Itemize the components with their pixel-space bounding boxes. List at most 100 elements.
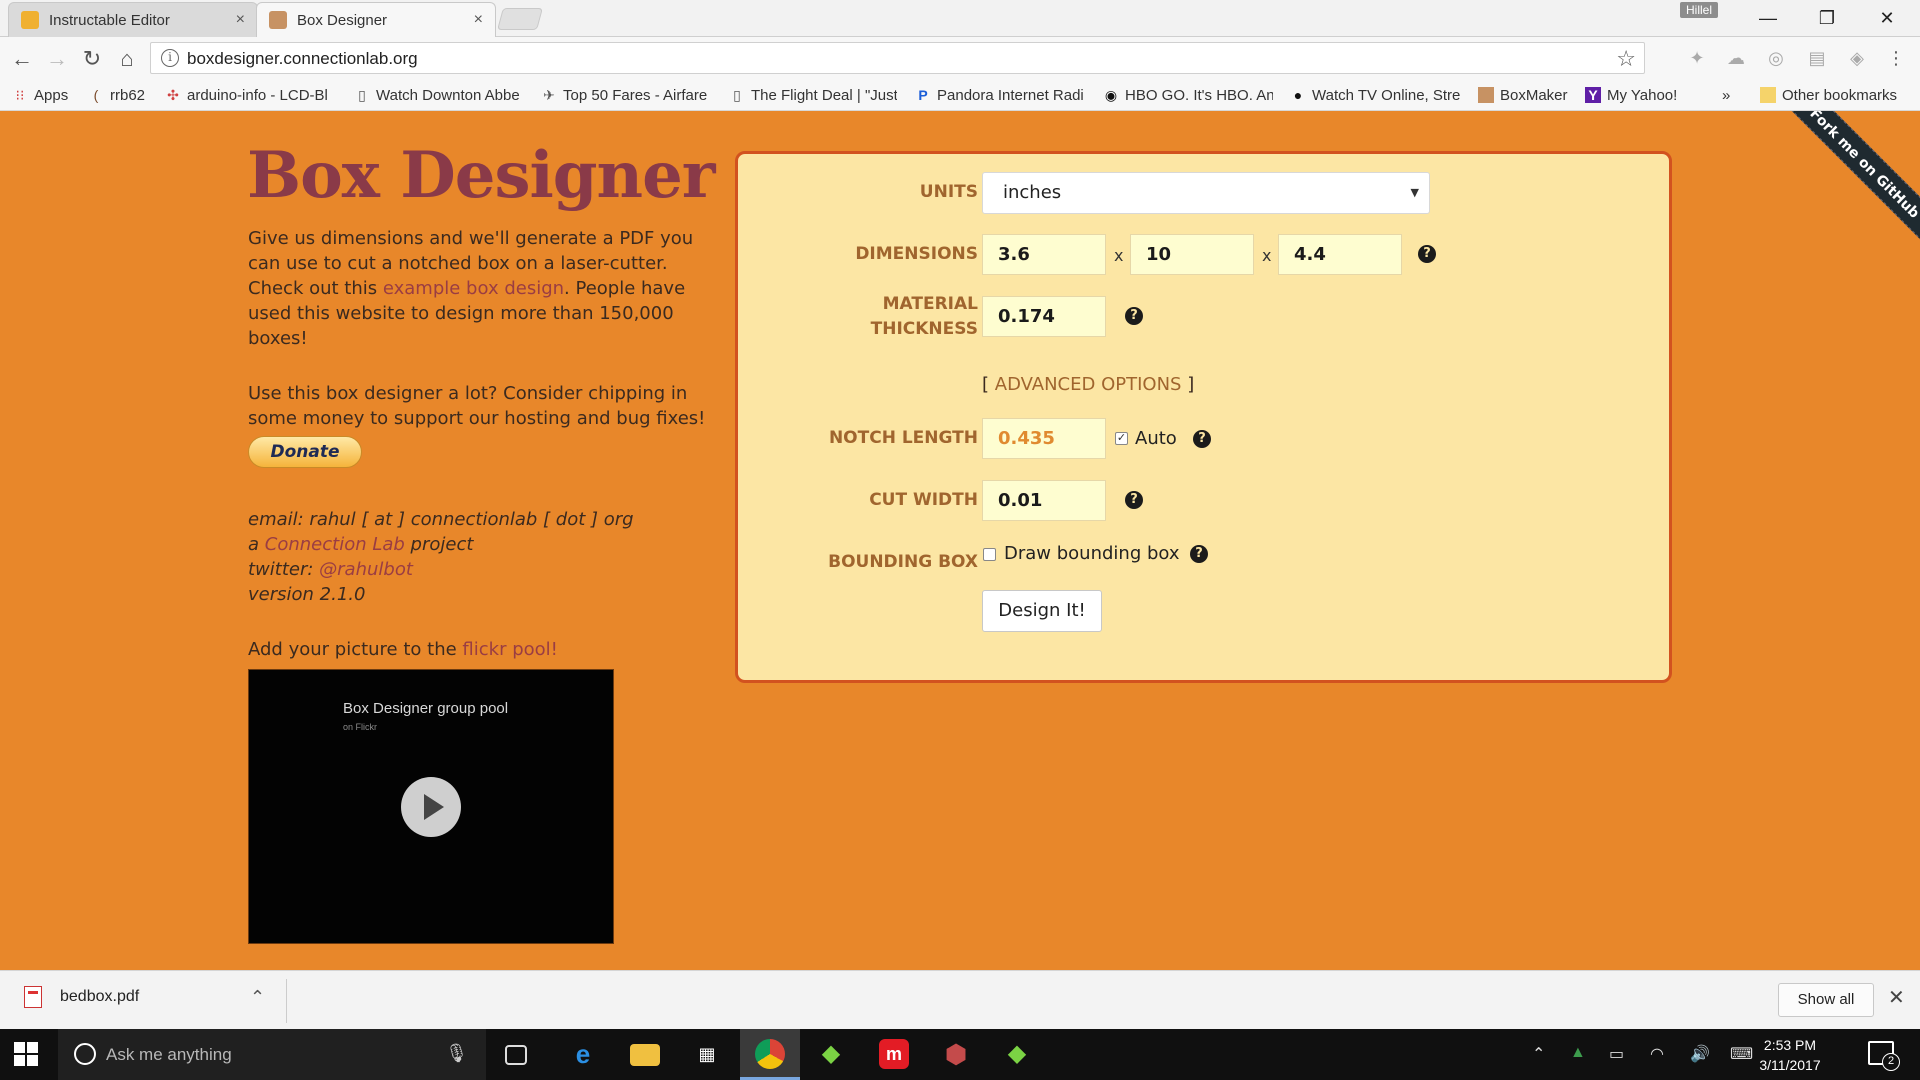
- tab-box-designer[interactable]: Box Designer ×: [256, 2, 496, 37]
- intro-paragraph: Give us dimensions and we'll generate a …: [248, 226, 708, 351]
- depth-input[interactable]: 4.4: [1278, 234, 1402, 275]
- bookmark-pandora[interactable]: P Pandora Internet Radi: [915, 84, 1087, 106]
- pdf-file-icon: [24, 986, 42, 1008]
- help-icon[interactable]: ?: [1125, 491, 1143, 509]
- help-icon[interactable]: ?: [1193, 430, 1211, 448]
- cube-app-icon[interactable]: ⬢: [941, 1039, 971, 1069]
- advanced-options-toggle[interactable]: [ ADVANCED OPTIONS ]: [982, 374, 1194, 395]
- forward-icon[interactable]: →: [43, 45, 71, 73]
- tab-instructable-editor[interactable]: Instructable Editor ×: [8, 2, 258, 37]
- help-icon[interactable]: ?: [1190, 545, 1208, 563]
- flickr-pool-link[interactable]: flickr pool!: [462, 639, 557, 660]
- bookmark-favicon: (: [93, 87, 99, 103]
- bookmark-flight-deal[interactable]: ▯ The Flight Deal | "Just: [729, 84, 897, 106]
- bookmark-watch-tv-online[interactable]: ● Watch TV Online, Stre: [1290, 84, 1460, 106]
- fork-on-github-ribbon[interactable]: Fork me on GitHub: [1776, 111, 1920, 252]
- notch-length-input[interactable]: 0.435: [982, 418, 1106, 459]
- bookmarks-overflow-button[interactable]: »: [1722, 84, 1738, 106]
- edge-browser-icon[interactable]: e: [568, 1039, 598, 1069]
- page-icon: ▯: [358, 87, 366, 103]
- advanced-options-label[interactable]: ADVANCED OPTIONS: [995, 374, 1182, 395]
- extension-puzzle-icon[interactable]: ✦: [1686, 47, 1708, 69]
- inkscape-icon[interactable]: ◆: [816, 1039, 846, 1069]
- download-filename[interactable]: bedbox.pdf: [60, 988, 139, 1006]
- store-icon[interactable]: ▦: [692, 1039, 722, 1069]
- bookmark-downton-abbey[interactable]: ▯ Watch Downton Abbe: [354, 84, 529, 106]
- connection-lab-link[interactable]: Connection Lab: [265, 534, 405, 555]
- design-it-button[interactable]: Design It!: [982, 590, 1102, 632]
- action-center-icon[interactable]: 2: [1868, 1041, 1900, 1071]
- microphone-icon[interactable]: 🎙: [445, 1043, 468, 1064]
- help-icon[interactable]: ?: [1418, 245, 1436, 263]
- tab-close-icon[interactable]: ×: [474, 11, 483, 29]
- windows-taskbar: Ask me anything 🎙 e ▦ ◆ m ⬢ ◆ ⌃ ▲ ▭ ◠ 🔊 …: [0, 1029, 1920, 1080]
- download-item[interactable]: bedbox.pdf: [24, 986, 139, 1008]
- hbo-icon: ◉: [1104, 87, 1118, 103]
- chevron-up-icon[interactable]: ⌃: [1532, 1044, 1545, 1064]
- height-input[interactable]: 10: [1130, 234, 1254, 275]
- dropdown-arrow-icon: ▼: [1410, 186, 1419, 199]
- volume-icon[interactable]: 🔊: [1690, 1044, 1710, 1064]
- battery-icon[interactable]: ▭: [1609, 1044, 1624, 1064]
- tab-close-icon[interactable]: ×: [236, 11, 245, 29]
- box-favicon: [269, 11, 287, 29]
- bookmark-rrb62[interactable]: ( rrb62: [88, 84, 154, 106]
- bookmark-my-yahoo[interactable]: Y My Yahoo!: [1585, 84, 1685, 106]
- extension-pdf-icon[interactable]: ▤: [1806, 47, 1828, 69]
- chevron-up-icon[interactable]: ⌃: [250, 987, 265, 1008]
- auto-checkbox[interactable]: ✓: [1115, 432, 1128, 445]
- search-placeholder[interactable]: Ask me anything: [106, 1045, 232, 1065]
- back-icon[interactable]: ←: [8, 45, 36, 73]
- video-subtitle: on Flickr: [343, 722, 378, 732]
- extension-cloud-icon[interactable]: ☁: [1725, 47, 1747, 69]
- autodesk-icon[interactable]: m: [879, 1039, 909, 1069]
- play-icon[interactable]: [401, 777, 461, 837]
- example-box-design-link[interactable]: example box design: [383, 278, 564, 299]
- windows-start-icon[interactable]: [14, 1042, 38, 1066]
- bookmark-star-icon[interactable]: ☆: [1616, 46, 1636, 72]
- restore-button[interactable]: ❐: [1804, 4, 1850, 32]
- bounding-box-label: BOUNDING BOX: [828, 552, 978, 572]
- twitter-link[interactable]: @rahulbot: [319, 559, 413, 580]
- bookmark-hbo-go[interactable]: ◉ HBO GO. It's HBO. An: [1103, 84, 1273, 106]
- width-input[interactable]: 3.6: [982, 234, 1106, 275]
- flickr-video-embed[interactable]: Box Designer group pool on Flickr: [248, 669, 614, 944]
- home-icon[interactable]: ⌂: [113, 45, 141, 73]
- bookmark-boxmaker[interactable]: BoxMaker: [1478, 84, 1578, 106]
- bookmark-arduino-info[interactable]: ✣ arduino-info - LCD-Bl: [165, 84, 338, 106]
- flickr-line: Add your picture to the flickr pool!: [248, 639, 558, 660]
- donate-button[interactable]: Donate: [248, 436, 362, 468]
- inkscape-icon[interactable]: ◆: [1002, 1039, 1032, 1069]
- twitter-prefix: twitter:: [248, 559, 320, 580]
- wifi-icon[interactable]: ◠: [1650, 1044, 1664, 1064]
- profile-button[interactable]: Hillel: [1680, 2, 1719, 18]
- material-thickness-input[interactable]: 0.174: [982, 296, 1106, 337]
- chrome-icon[interactable]: [755, 1039, 785, 1069]
- minimize-button[interactable]: —: [1745, 4, 1791, 32]
- task-view-icon[interactable]: [505, 1045, 527, 1065]
- file-explorer-icon[interactable]: [630, 1044, 660, 1066]
- units-select[interactable]: inches ▼: [982, 172, 1430, 214]
- project-line: a Connection Lab project: [248, 532, 634, 557]
- cut-width-input[interactable]: 0.01: [982, 480, 1106, 521]
- close-download-bar-icon[interactable]: ✕: [1888, 985, 1905, 1010]
- show-all-button[interactable]: Show all: [1778, 983, 1874, 1017]
- url-text[interactable]: boxdesigner.connectionlab.org: [187, 49, 418, 69]
- cortana-search-box[interactable]: Ask me anything 🎙: [58, 1029, 486, 1080]
- help-icon[interactable]: ?: [1125, 307, 1143, 325]
- menu-kebab-icon[interactable]: ⋮: [1885, 47, 1907, 69]
- close-window-button[interactable]: ✕: [1864, 4, 1910, 32]
- new-tab-button[interactable]: [497, 8, 543, 30]
- extension-compass-icon[interactable]: ◎: [1765, 47, 1787, 69]
- bookmark-top-50-fares[interactable]: ✈ Top 50 Fares - Airfare: [541, 84, 711, 106]
- info-icon[interactable]: i: [161, 49, 179, 67]
- address-bar[interactable]: i boxdesigner.connectionlab.org ☆: [150, 42, 1645, 74]
- extension-rss-icon[interactable]: ◈: [1846, 47, 1868, 69]
- reload-icon[interactable]: ↻: [78, 45, 106, 73]
- other-bookmarks-folder[interactable]: Other bookmarks: [1760, 84, 1910, 106]
- draw-bounding-box-checkbox[interactable]: [983, 548, 996, 561]
- system-clock[interactable]: 2:53 PM 3/11/2017: [1745, 1035, 1835, 1075]
- bookmark-apps[interactable]: ⁝⁝ Apps: [12, 84, 77, 106]
- tab-strip: Instructable Editor × Box Designer × Hil…: [0, 0, 1920, 37]
- google-drive-icon[interactable]: ▲: [1570, 1044, 1586, 1062]
